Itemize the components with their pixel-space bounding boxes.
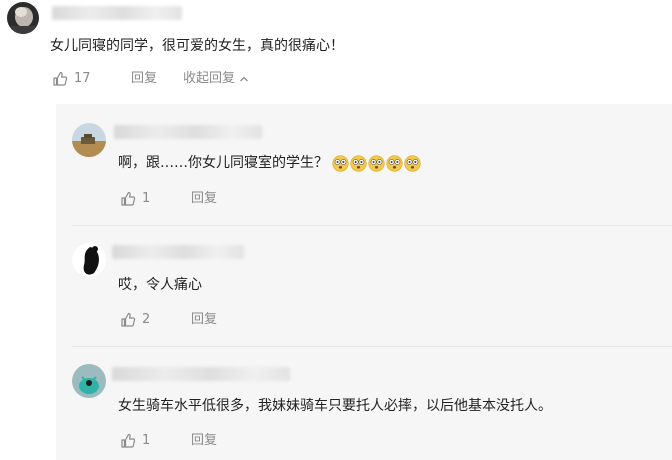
reply-button[interactable]: 回复 bbox=[191, 311, 217, 329]
divider bbox=[72, 225, 672, 226]
user-avatar[interactable] bbox=[7, 2, 39, 34]
dizzy-face-emoji bbox=[404, 154, 421, 172]
comment-thread: 女儿同寝的同学，很可爱的女生，真的很痛心！ 17 回复 收起回复 啊，跟……你女… bbox=[0, 0, 672, 460]
thumbs-up-icon bbox=[120, 433, 136, 449]
thumbs-up-icon bbox=[52, 71, 68, 87]
like-count: 1 bbox=[142, 191, 151, 206]
reply-text: 女生骑车水平低很多，我妹妹骑车只要托人必摔，以后他基本没托人。 bbox=[118, 398, 552, 414]
reply-button[interactable]: 回复 bbox=[191, 190, 217, 208]
like-button[interactable]: 1 bbox=[120, 432, 150, 450]
username-blurred bbox=[114, 125, 262, 139]
collapse-replies-button[interactable]: 收起回复 bbox=[183, 70, 249, 88]
thumbs-up-icon bbox=[120, 312, 136, 328]
reply-text-content: 啊，跟……你女儿同寝室的学生？ bbox=[118, 155, 328, 171]
dizzy-face-emoji bbox=[350, 154, 367, 172]
emoji-group bbox=[332, 154, 422, 172]
like-button[interactable]: 2 bbox=[120, 311, 150, 329]
thumbs-up-icon bbox=[120, 191, 136, 207]
reply-avatar[interactable] bbox=[72, 243, 106, 277]
username-blurred bbox=[112, 245, 244, 259]
reply-avatar[interactable] bbox=[72, 123, 106, 157]
reply-button[interactable]: 回复 bbox=[131, 70, 157, 88]
dizzy-face-emoji bbox=[332, 154, 349, 172]
reply-avatar[interactable] bbox=[72, 364, 106, 398]
reply-text: 哎，令人痛心 bbox=[118, 277, 202, 293]
like-count: 2 bbox=[142, 312, 151, 327]
like-button[interactable]: 17 bbox=[52, 70, 91, 88]
collapse-replies-label: 收起回复 bbox=[183, 71, 236, 86]
reply-text: 啊，跟……你女儿同寝室的学生？ bbox=[118, 153, 422, 173]
divider bbox=[72, 346, 672, 347]
like-count: 17 bbox=[74, 71, 91, 86]
comment-text: 女儿同寝的同学，很可爱的女生，真的很痛心！ bbox=[50, 38, 344, 54]
reply-button[interactable]: 回复 bbox=[191, 432, 217, 450]
chevron-up-icon bbox=[239, 74, 249, 84]
username-blurred bbox=[112, 367, 290, 381]
username-blurred bbox=[52, 6, 182, 20]
dizzy-face-emoji bbox=[386, 154, 403, 172]
dizzy-face-emoji bbox=[368, 154, 385, 172]
like-count: 1 bbox=[142, 433, 151, 448]
like-button[interactable]: 1 bbox=[120, 190, 150, 208]
